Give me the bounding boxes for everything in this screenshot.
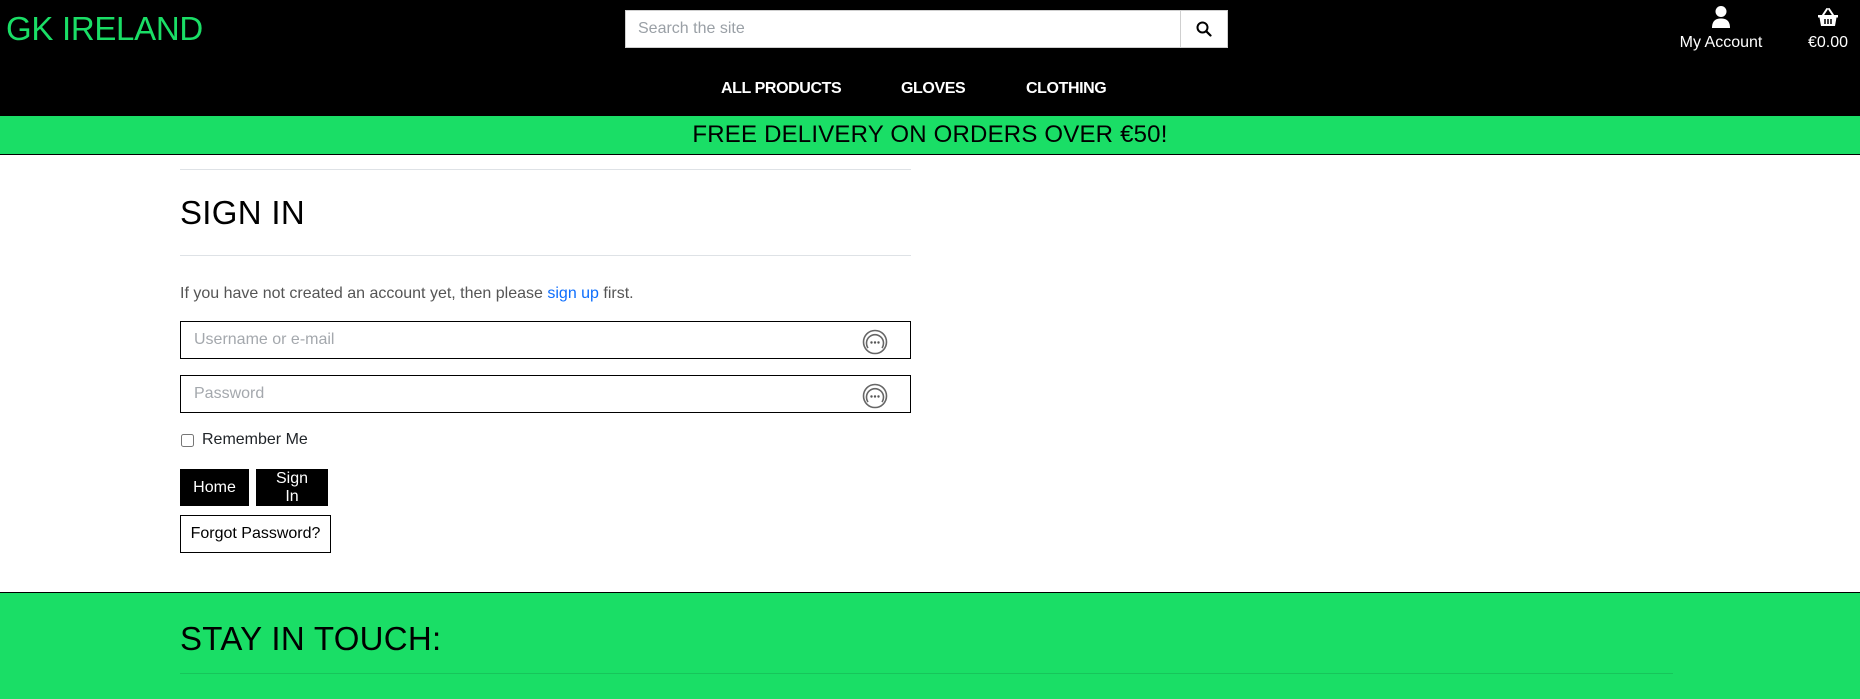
brand-logo-link[interactable]: GK IRELAND	[6, 9, 203, 49]
forgot-password-button[interactable]: Forgot Password?	[180, 515, 331, 553]
delivery-banner: FREE DELIVERY ON ORDERS OVER €50!	[0, 116, 1860, 155]
signup-prompt-text: If you have not created an account yet, …	[180, 285, 548, 302]
signup-link[interactable]: sign up	[547, 285, 599, 302]
search-form	[625, 10, 1228, 48]
user-icon	[1712, 6, 1730, 28]
password-input[interactable]	[181, 376, 910, 412]
remember-me: Remember Me	[180, 431, 308, 449]
nav-clothing[interactable]: CLOTHING	[1026, 76, 1107, 102]
shopping-bag-link[interactable]: €0.00	[1800, 4, 1856, 54]
site-header: GK IRELAND My Account €0.00 ALL PRODUCTS…	[0, 0, 1860, 116]
basket-icon	[1818, 8, 1838, 26]
search-icon	[1196, 21, 1212, 37]
main-nav: ALL PRODUCTS GLOVES CLOTHING	[0, 76, 1860, 102]
sign-in-button[interactable]: Sign In	[256, 469, 328, 506]
nav-gloves[interactable]: GLOVES	[901, 76, 966, 102]
divider	[180, 255, 911, 256]
password-manager-icon[interactable]	[862, 383, 888, 409]
delivery-banner-text: FREE DELIVERY ON ORDERS OVER €50!	[692, 121, 1168, 148]
my-account-label: My Account	[1679, 34, 1763, 51]
username-field	[180, 321, 911, 359]
password-field	[180, 375, 911, 413]
site-footer: STAY IN TOUCH:	[0, 592, 1860, 699]
password-manager-icon[interactable]	[862, 329, 888, 355]
divider	[180, 169, 911, 170]
search-input[interactable]	[625, 10, 1180, 48]
username-input[interactable]	[181, 322, 910, 358]
nav-all-products[interactable]: ALL PRODUCTS	[721, 76, 842, 102]
page-title: SIGN IN	[180, 194, 305, 231]
signup-prompt-suffix: first.	[598, 285, 634, 302]
home-button[interactable]: Home	[180, 469, 249, 506]
signup-prompt: If you have not created an account yet, …	[180, 283, 634, 305]
footer-title: STAY IN TOUCH:	[180, 620, 442, 657]
bag-total: €0.00	[1807, 34, 1849, 51]
footer-divider	[180, 673, 1673, 674]
remember-me-label: Remember Me	[202, 431, 308, 448]
my-account-link[interactable]: My Account	[1670, 4, 1772, 54]
search-button[interactable]	[1180, 10, 1228, 48]
remember-me-checkbox[interactable]	[181, 433, 194, 447]
